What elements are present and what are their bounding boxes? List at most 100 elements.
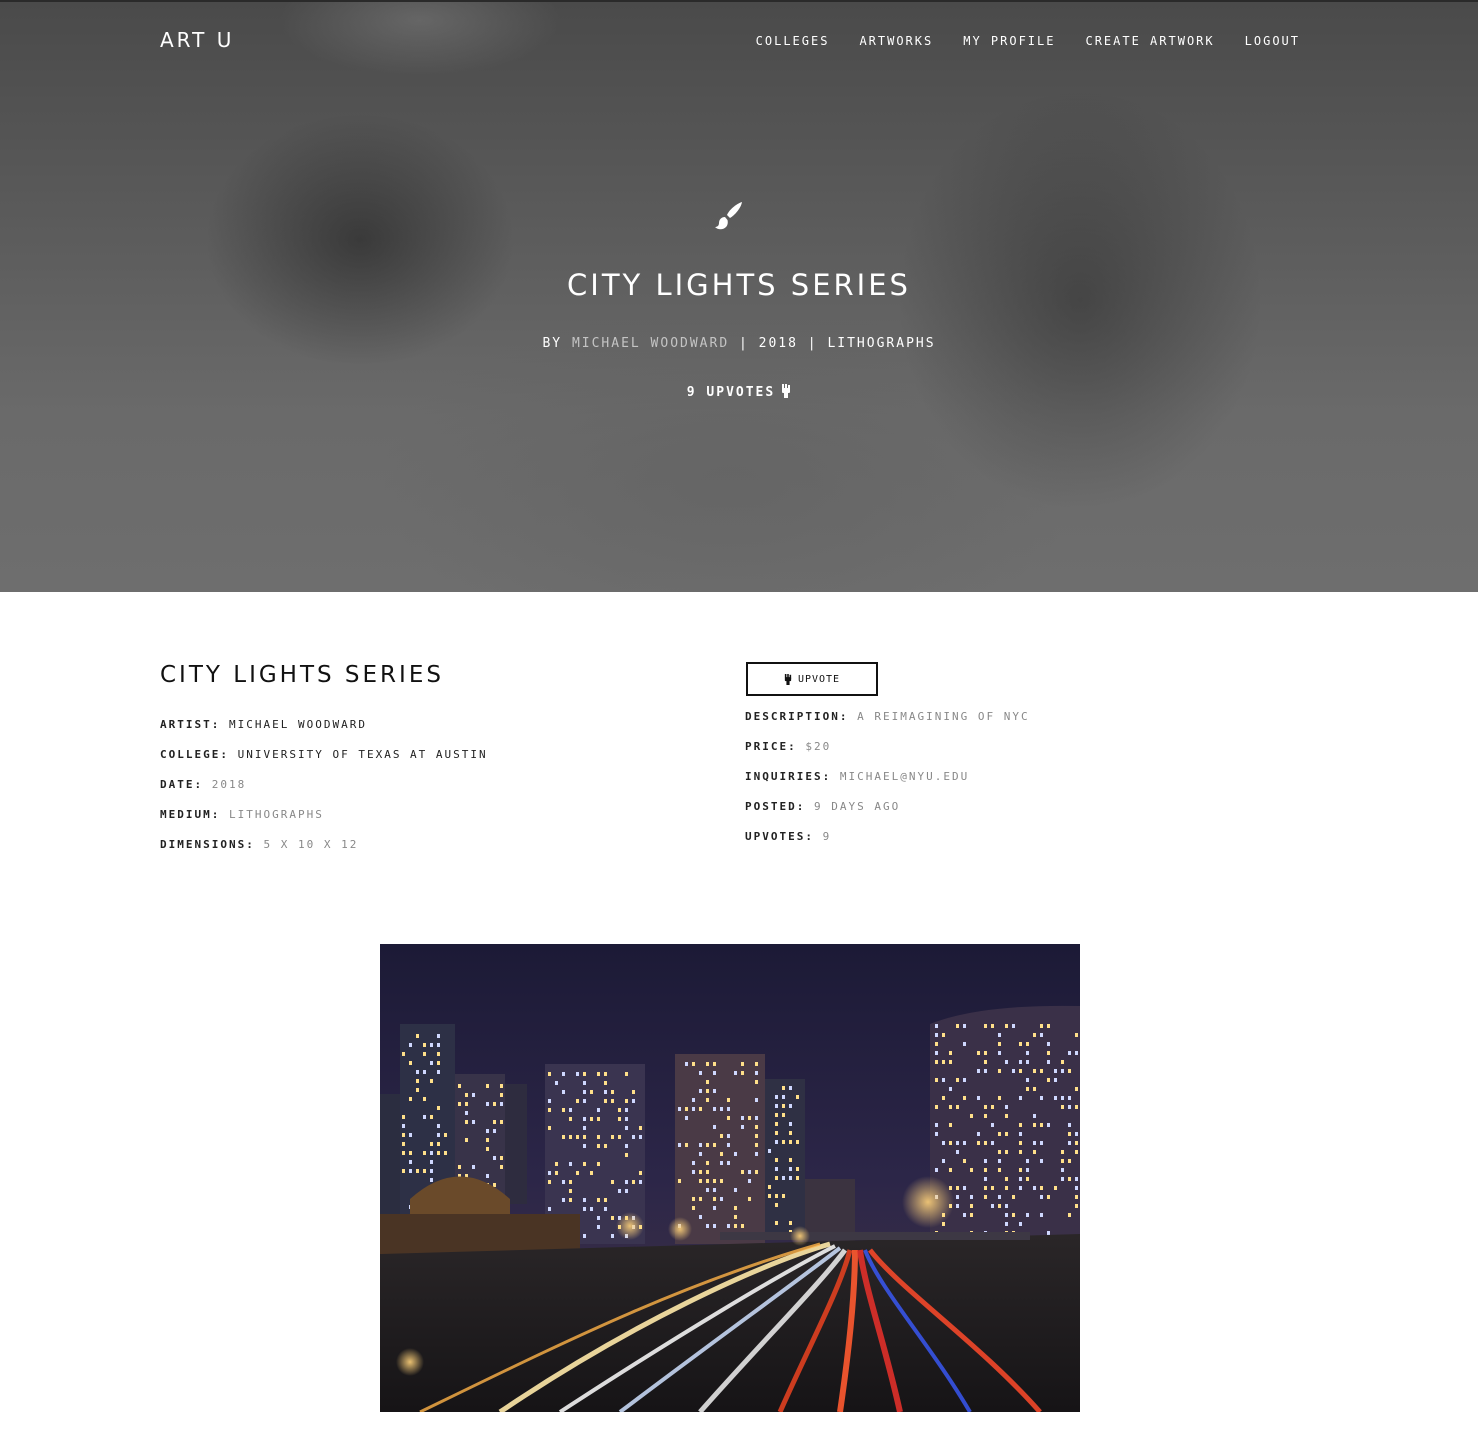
window-light xyxy=(935,1105,938,1109)
window-light xyxy=(727,1107,730,1111)
window-light xyxy=(583,1162,586,1166)
field-value: UNIVERSITY OF TEXAS AT AUSTIN xyxy=(237,748,488,761)
window-light xyxy=(1012,1213,1015,1217)
nav-colleges[interactable]: COLLEGES xyxy=(756,34,830,48)
window-light xyxy=(1040,1195,1043,1199)
window-light xyxy=(991,1024,994,1028)
window-light xyxy=(430,1169,433,1173)
window-light xyxy=(727,1116,730,1120)
window-light xyxy=(963,1159,966,1163)
window-light xyxy=(1040,1096,1043,1100)
window-light xyxy=(1068,1051,1071,1055)
window-light xyxy=(963,1078,966,1082)
window-light xyxy=(782,1194,785,1198)
window-light xyxy=(1026,1078,1029,1082)
window-light xyxy=(409,1043,412,1047)
window-light xyxy=(1068,1096,1071,1100)
window-light xyxy=(692,1197,695,1201)
artist-link[interactable]: MICHAEL WOODWARD xyxy=(572,336,729,351)
window-light xyxy=(706,1089,709,1093)
window-light xyxy=(1075,1177,1078,1181)
window-light xyxy=(604,1072,607,1076)
window-light xyxy=(458,1084,461,1088)
window-light xyxy=(1033,1150,1036,1154)
window-light xyxy=(755,1170,758,1174)
window-light xyxy=(444,1151,447,1155)
window-light xyxy=(942,1159,945,1163)
college-field: COLLEGE: UNIVERSITY OF TEXAS AT AUSTIN xyxy=(160,748,488,761)
field-value: 9 xyxy=(822,830,832,843)
window-light xyxy=(706,1179,709,1183)
window-light xyxy=(782,1140,785,1144)
field-label: INQUIRIES: xyxy=(745,770,832,783)
window-light xyxy=(768,1149,771,1153)
window-light xyxy=(956,1186,959,1190)
window-light xyxy=(583,1207,586,1211)
window-light xyxy=(1026,1177,1029,1181)
upvote-button[interactable]: UPVOTE xyxy=(746,662,878,696)
date-field: DATE: 2018 xyxy=(160,778,246,791)
window-light xyxy=(949,1168,952,1172)
window-light xyxy=(789,1104,792,1108)
window-light xyxy=(423,1052,426,1056)
window-light xyxy=(597,1135,600,1139)
window-light xyxy=(1033,1114,1036,1118)
field-value: MICHAEL WOODWARD xyxy=(228,718,367,731)
window-light xyxy=(720,1107,723,1111)
window-light xyxy=(984,1186,987,1190)
window-light xyxy=(437,1151,440,1155)
raised-fist-icon xyxy=(784,673,792,685)
window-light xyxy=(611,1090,614,1094)
window-light xyxy=(998,1168,1001,1172)
field-label: DIMENSIONS: xyxy=(160,838,255,851)
window-light xyxy=(618,1117,621,1121)
window-light xyxy=(935,1168,938,1172)
window-light xyxy=(977,1132,980,1136)
window-light xyxy=(796,1176,799,1180)
window-light xyxy=(576,1135,579,1139)
window-light xyxy=(437,1061,440,1065)
brand-logo[interactable]: ART U xyxy=(160,28,234,52)
window-light xyxy=(465,1120,468,1124)
window-light xyxy=(1019,1069,1022,1073)
window-light xyxy=(639,1135,642,1139)
nav-create-artwork[interactable]: CREATE ARTWORK xyxy=(1085,34,1214,48)
window-light xyxy=(706,1188,709,1192)
window-light xyxy=(1075,1105,1078,1109)
nav-logout[interactable]: LOGOUT xyxy=(1245,34,1300,48)
window-light xyxy=(789,1131,792,1135)
window-light xyxy=(493,1129,496,1133)
window-light xyxy=(1026,1213,1029,1217)
window-light xyxy=(692,1206,695,1210)
window-light xyxy=(1005,1204,1008,1208)
window-light xyxy=(685,1143,688,1147)
window-light xyxy=(402,1133,405,1137)
window-light xyxy=(699,1179,702,1183)
window-light xyxy=(402,1124,405,1128)
window-light xyxy=(706,1161,709,1165)
window-light xyxy=(748,1116,751,1120)
window-light xyxy=(1061,1177,1064,1181)
window-light xyxy=(583,1099,586,1103)
window-light xyxy=(486,1174,489,1178)
window-light xyxy=(1019,1141,1022,1145)
window-light xyxy=(984,1051,987,1055)
window-light xyxy=(590,1090,593,1094)
window-light xyxy=(734,1152,737,1156)
meta-separator: | xyxy=(739,336,749,351)
posted-field: POSTED: 9 DAYS AGO xyxy=(745,800,900,813)
window-light xyxy=(625,1189,628,1193)
window-light xyxy=(956,1204,959,1208)
window-light xyxy=(1075,1132,1078,1136)
window-light xyxy=(1061,1150,1064,1154)
window-light xyxy=(970,1213,973,1217)
window-light xyxy=(706,1098,709,1102)
window-light xyxy=(789,1158,792,1162)
window-light xyxy=(632,1180,635,1184)
nav-artworks[interactable]: ARTWORKS xyxy=(859,34,933,48)
window-light xyxy=(706,1170,709,1174)
window-light xyxy=(755,1071,758,1075)
nav-my-profile[interactable]: MY PROFILE xyxy=(963,34,1055,48)
window-light xyxy=(1047,1042,1050,1046)
window-light xyxy=(1068,1123,1071,1127)
